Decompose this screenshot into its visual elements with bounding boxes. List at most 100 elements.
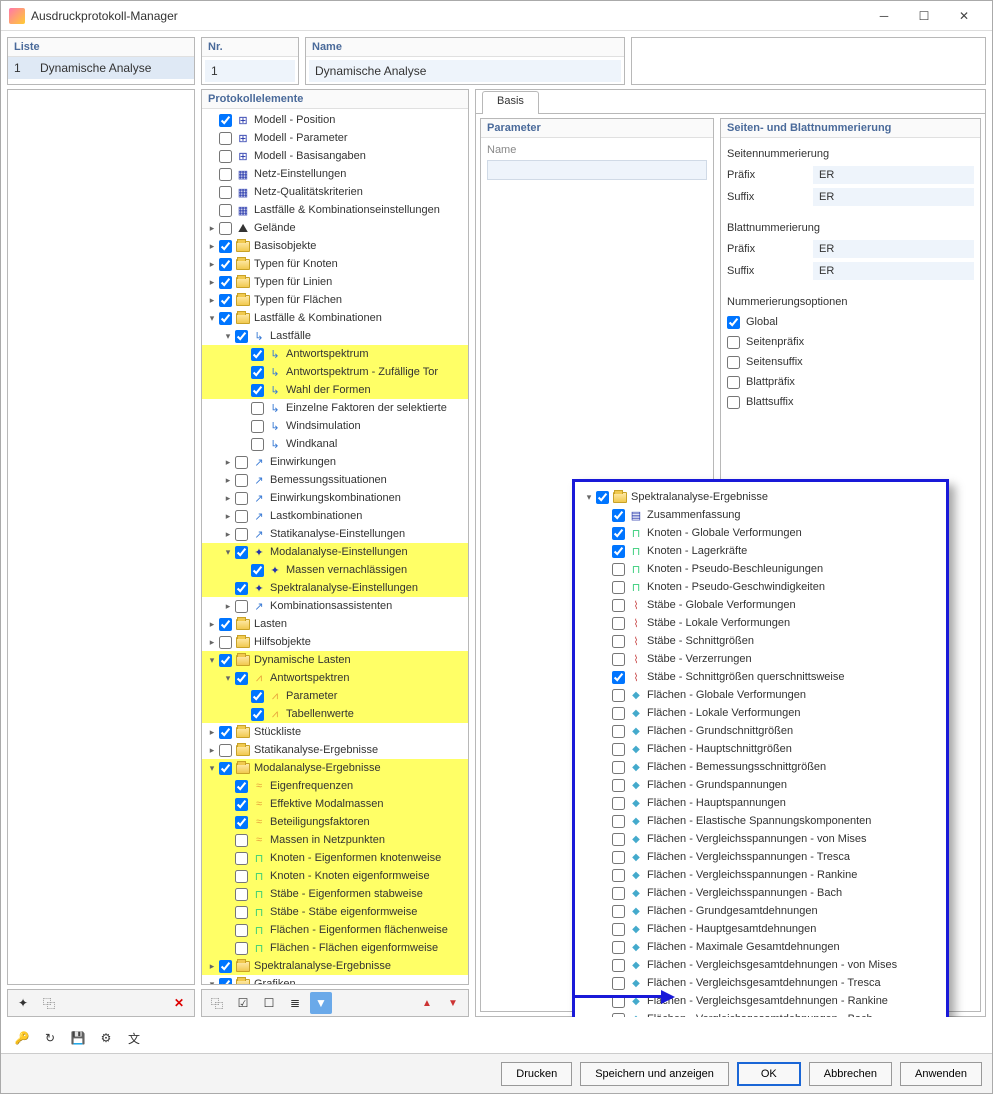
tree-checkbox[interactable]	[612, 689, 625, 702]
tree-item[interactable]: ◆Flächen - Bemessungsschnittgrößen	[577, 758, 944, 776]
tree-checkbox[interactable]	[596, 491, 609, 504]
tree-item[interactable]: ↳Einzelne Faktoren der selektierte	[202, 399, 468, 417]
tree-item[interactable]: ▤Zusammenfassung	[577, 506, 944, 524]
tree-checkbox[interactable]	[612, 509, 625, 522]
tree-item[interactable]: ◆Flächen - Vergleichsgesamtdehnungen - B…	[577, 1010, 944, 1017]
list-icon[interactable]: ≣	[284, 992, 306, 1014]
apply-button[interactable]: Anwenden	[900, 1062, 982, 1086]
tree-checkbox[interactable]	[612, 779, 625, 792]
numbering-option[interactable]: Seitensuffix	[727, 352, 974, 372]
tree-checkbox[interactable]	[251, 402, 264, 415]
tree-checkbox[interactable]	[612, 617, 625, 630]
chevron-icon[interactable]: ▸	[206, 619, 218, 630]
chevron-icon[interactable]: ▸	[206, 745, 218, 756]
tree-item[interactable]: ▾Grafiken	[202, 975, 468, 985]
tree-item[interactable]: ▸Spektralanalyse-Ergebnisse	[202, 957, 468, 975]
numbering-option[interactable]: Blattsuffix	[727, 392, 974, 412]
tree-checkbox[interactable]	[612, 977, 625, 990]
tree-checkbox[interactable]	[612, 1013, 625, 1018]
tree-item[interactable]: ▾Dynamische Lasten	[202, 651, 468, 669]
print-button[interactable]: Drucken	[501, 1062, 572, 1086]
tree-item[interactable]: ↳Windsimulation	[202, 417, 468, 435]
tree-checkbox[interactable]	[251, 366, 264, 379]
tree-checkbox[interactable]	[612, 635, 625, 648]
tree-item[interactable]: ⊓Stäbe - Stäbe eigenformweise	[202, 903, 468, 921]
tree-checkbox[interactable]	[219, 114, 232, 127]
chevron-icon[interactable]: ▾	[206, 979, 218, 986]
chevron-icon[interactable]: ▸	[206, 223, 218, 234]
tree-checkbox[interactable]	[235, 330, 248, 343]
tree-checkbox[interactable]	[235, 546, 248, 559]
tree-item[interactable]: ▸⛰Gelände	[202, 219, 468, 237]
tree-item[interactable]: ▸Basisobjekte	[202, 237, 468, 255]
tree-checkbox[interactable]	[235, 672, 248, 685]
help-icon[interactable]: 🔑	[11, 1027, 33, 1049]
chevron-icon[interactable]: ▸	[206, 241, 218, 252]
tree-checkbox[interactable]	[612, 671, 625, 684]
tree-item[interactable]: ⊓Knoten - Pseudo-Geschwindigkeiten	[577, 578, 944, 596]
tree-item[interactable]: ◆Flächen - Hauptspannungen	[577, 794, 944, 812]
chevron-icon[interactable]: ▾	[222, 673, 234, 684]
move-down-icon[interactable]: ▼	[442, 992, 464, 1014]
tree-checkbox[interactable]	[235, 888, 248, 901]
tree-item[interactable]: ▸Statikanalyse-Ergebnisse	[202, 741, 468, 759]
tree-item[interactable]: ▸Typen für Linien	[202, 273, 468, 291]
tree-item[interactable]: ◆Flächen - Globale Verformungen	[577, 686, 944, 704]
tree-item[interactable]: ◆Flächen - Vergleichsspannungen - von Mi…	[577, 830, 944, 848]
tree-item[interactable]: ≈Effektive Modalmassen	[202, 795, 468, 813]
tree-item[interactable]: ⌇Stäbe - Schnittgrößen querschnittsweise	[577, 668, 944, 686]
tree-checkbox[interactable]	[612, 923, 625, 936]
tree-checkbox[interactable]	[251, 564, 264, 577]
maximize-button[interactable]: ☐	[904, 2, 944, 30]
tree-item[interactable]: ⩘Tabellenwerte	[202, 705, 468, 723]
liste-row[interactable]: 1 Dynamische Analyse	[8, 57, 194, 79]
chevron-icon[interactable]: ▸	[222, 511, 234, 522]
tree-checkbox[interactable]	[235, 834, 248, 847]
tree-item[interactable]: ▸↗Einwirkungen	[202, 453, 468, 471]
sheet-prefix-field[interactable]: ER	[813, 240, 974, 258]
tree-checkbox[interactable]	[612, 545, 625, 558]
tree-item[interactable]: ⊓Stäbe - Eigenformen stabweise	[202, 885, 468, 903]
settings-icon[interactable]: ⚙	[95, 1027, 117, 1049]
tree-checkbox[interactable]	[235, 582, 248, 595]
tree-checkbox[interactable]	[235, 510, 248, 523]
delete-icon[interactable]: ✕	[168, 992, 190, 1014]
tree-item[interactable]: ▸↗Kombinationsassistenten	[202, 597, 468, 615]
chevron-icon[interactable]: ▸	[222, 601, 234, 612]
uncheck-all-icon[interactable]: ☐	[258, 992, 280, 1014]
tree-checkbox[interactable]	[235, 780, 248, 793]
tree-item[interactable]: ▾Modalanalyse-Ergebnisse	[202, 759, 468, 777]
tree-item[interactable]: ▸Lasten	[202, 615, 468, 633]
tree-item[interactable]: ◆Flächen - Maximale Gesamtdehnungen	[577, 938, 944, 956]
tree-item[interactable]: ≈Beteiligungsfaktoren	[202, 813, 468, 831]
tree-checkbox[interactable]	[251, 438, 264, 451]
tree-item[interactable]: ⩘Parameter	[202, 687, 468, 705]
tree-checkbox[interactable]	[219, 240, 232, 253]
tree-checkbox[interactable]	[612, 941, 625, 954]
ok-button[interactable]: OK	[737, 1062, 801, 1086]
tree-copy-icon[interactable]: ⿻	[206, 992, 228, 1014]
tree-checkbox[interactable]	[219, 654, 232, 667]
chevron-icon[interactable]: ▸	[206, 727, 218, 738]
chevron-icon[interactable]: ▸	[206, 277, 218, 288]
tree-checkbox[interactable]	[219, 960, 232, 973]
tree-item[interactable]: ▸Hilfsobjekte	[202, 633, 468, 651]
tree-item[interactable]: ▸Typen für Knoten	[202, 255, 468, 273]
tree-checkbox[interactable]	[219, 312, 232, 325]
chevron-icon[interactable]: ▸	[222, 493, 234, 504]
numbering-option[interactable]: Blattpräfix	[727, 372, 974, 392]
refresh-icon[interactable]: ↻	[39, 1027, 61, 1049]
tree-checkbox[interactable]	[219, 204, 232, 217]
tree-item[interactable]: ⌇Stäbe - Lokale Verformungen	[577, 614, 944, 632]
tree-checkbox[interactable]	[612, 581, 625, 594]
tree-item[interactable]: ⊞Modell - Position	[202, 111, 468, 129]
tree-checkbox[interactable]	[612, 653, 625, 666]
close-button[interactable]: ✕	[944, 2, 984, 30]
sheet-suffix-field[interactable]: ER	[813, 262, 974, 280]
tree-item[interactable]: ↳Wahl der Formen	[202, 381, 468, 399]
tree-checkbox[interactable]	[219, 762, 232, 775]
check-all-icon[interactable]: ☑	[232, 992, 254, 1014]
copy-icon[interactable]: ⿻	[38, 992, 60, 1014]
new-icon[interactable]: ✦	[12, 992, 34, 1014]
tree-item[interactable]: ⌇Stäbe - Schnittgrößen	[577, 632, 944, 650]
